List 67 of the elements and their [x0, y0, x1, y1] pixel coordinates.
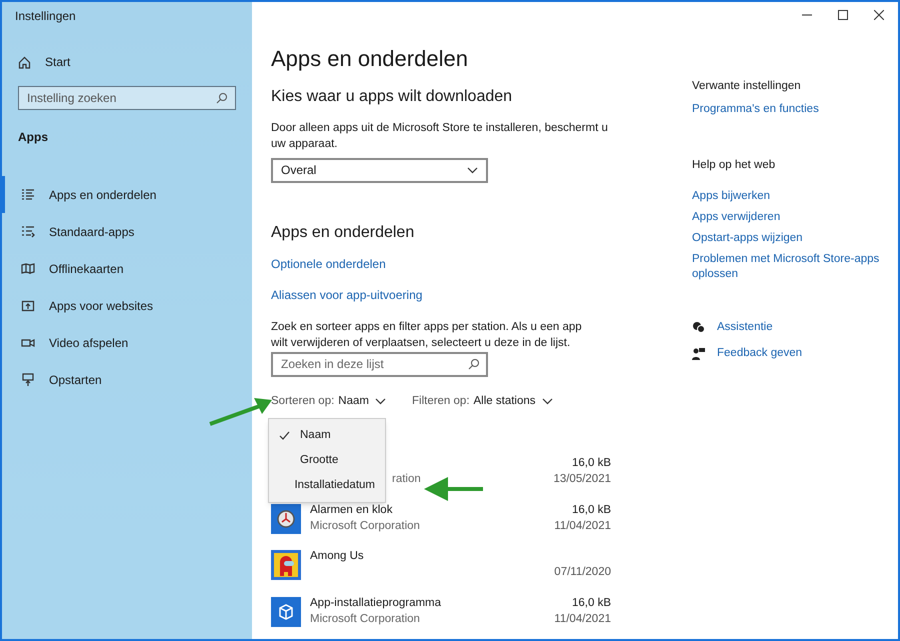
arrow-drawing: [424, 476, 484, 502]
filter-dropdown[interactable]: Filteren op: Alle stations: [412, 392, 553, 410]
maximize-icon[interactable]: [838, 10, 848, 20]
download-dropdown[interactable]: Overal: [271, 158, 488, 183]
sort-dropdown[interactable]: Sorteren op: Naam: [271, 392, 386, 410]
section-heading: Help op het web: [692, 158, 776, 174]
map-icon: [21, 262, 35, 276]
app-size: 16,0 kB: [572, 596, 611, 610]
home-link[interactable]: Start: [18, 53, 252, 71]
description: Door alleen apps uit de Microsoft Store te installeren, beschermt u uw apparaat.: [271, 120, 609, 152]
link[interactable]: Aliassen voor app-uitvoering: [271, 286, 691, 304]
app-date: 07/11/2020: [554, 565, 611, 580]
nav-item[interactable]: Apps en onderdelen: [2, 176, 252, 213]
search-field[interactable]: Instelling zoeken: [18, 86, 236, 110]
chevron-icon: [374, 398, 386, 405]
link[interactable]: Opstart-apps wijzigen: [692, 230, 882, 246]
list-icon: [21, 188, 35, 202]
menu-item[interactable]: Naam: [269, 423, 385, 448]
chevron-icon: [467, 166, 478, 174]
app-row[interactable]: Alarmen en klok Microsoft Corporation 16,0 kB 11/04/2021: [271, 500, 611, 546]
nav-item[interactable]: Offlinekaarten: [2, 250, 252, 287]
menu-item[interactable]: Grootte: [269, 448, 385, 473]
app-row[interactable]: Among Us 07/11/2020: [271, 546, 611, 592]
box-icon: [271, 596, 301, 626]
window-icon: [21, 298, 35, 312]
nav-item[interactable]: Standaard-apps: [2, 213, 252, 250]
search-field[interactable]: Zoeken in deze lijst: [271, 352, 488, 377]
section-heading: Kies waar u apps wilt downloaden: [271, 86, 514, 107]
person-icon: [692, 346, 705, 360]
app-name: Alarmen en klok: [310, 502, 394, 518]
app-name: App-installatieprogramma: [310, 596, 442, 610]
app-size: 16,0 kB: [572, 456, 611, 471]
close-icon[interactable]: [874, 10, 884, 20]
link[interactable]: Programma's en functies: [692, 101, 882, 118]
app-date: 11/04/2021: [554, 612, 611, 626]
link[interactable]: Apps bijwerken: [692, 188, 882, 204]
action-link[interactable]: Feedback geven: [692, 344, 882, 362]
nav-item[interactable]: Opstarten: [2, 361, 252, 398]
app-date: 13/05/2021: [553, 472, 611, 487]
app-size: 16,0 kB: [572, 502, 611, 518]
page-title: Apps en onderdelen: [271, 44, 469, 73]
section-heading: Verwante instellingen: [692, 78, 802, 94]
app-date: 11/04/2021: [554, 518, 611, 534]
link[interactable]: Problemen met Microsoft Store-apps oplossen: [692, 252, 882, 282]
chat-icon: [692, 320, 705, 334]
app-name: Among Us: [310, 549, 365, 564]
app-publisher: ration: [392, 472, 421, 487]
nav-item[interactable]: Apps voor websites: [2, 287, 252, 324]
menu-item[interactable]: Installatiedatum: [269, 473, 385, 498]
app-row[interactable]: App-installatieprogramma Microsoft Corporation 16,0 kB 11/04/2021: [271, 592, 611, 639]
action-link[interactable]: Assistentie: [692, 318, 882, 336]
section-heading: Apps en onderdelen: [271, 222, 416, 243]
game-character-icon: [271, 550, 301, 580]
app-publisher: Microsoft Corporation: [310, 612, 420, 626]
description: Zoek en sorteer apps en filter apps per station. Als u een app wilt verwijderen of verplaatsen, selecteert u deze in de lijst.: [271, 320, 583, 351]
nav-item[interactable]: Video afspelen: [2, 324, 252, 361]
window-title: Instellingen: [15, 8, 77, 25]
link[interactable]: Apps verwijderen: [692, 210, 882, 224]
search-icon: [468, 358, 480, 370]
link[interactable]: Optionele onderdelen: [271, 254, 691, 273]
home-icon: [18, 56, 31, 68]
list-icon: [21, 224, 35, 238]
section-heading: Apps: [18, 129, 49, 146]
startup-icon: [21, 372, 35, 386]
app-publisher: Microsoft Corporation: [310, 518, 420, 534]
search-icon: [216, 92, 228, 104]
chevron-icon: [542, 398, 553, 405]
